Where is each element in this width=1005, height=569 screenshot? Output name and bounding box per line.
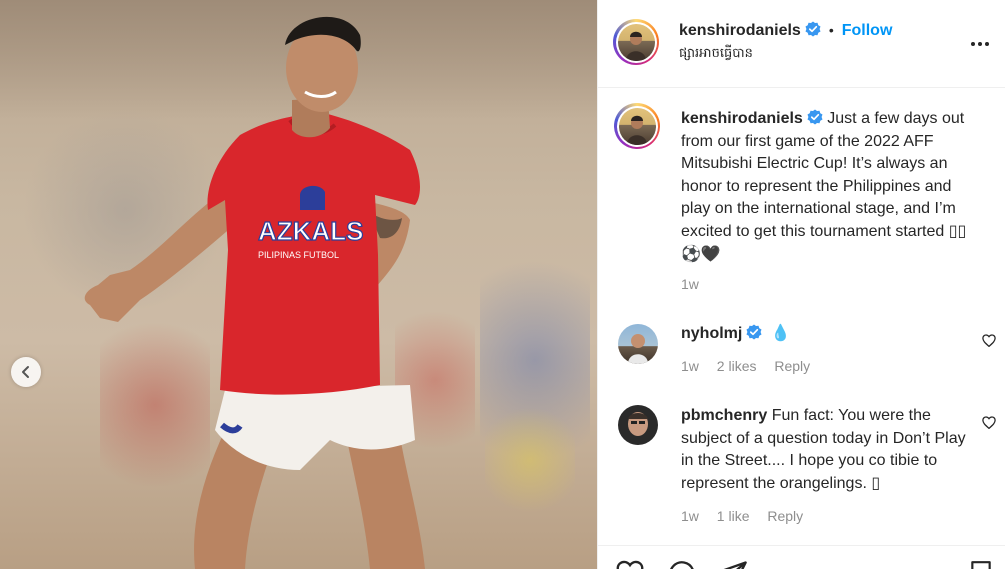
more-horizontal-icon (971, 42, 989, 46)
comment-age[interactable]: 1w (681, 508, 699, 524)
heart-icon (982, 334, 996, 348)
author-line: kenshirodaniels • Follow (679, 21, 892, 40)
caption-meta: 1w (681, 276, 713, 292)
post-location[interactable]: ផ្សារអាចធ្វើបាន (679, 45, 753, 64)
comment-text-block: pbmchenry Fun fact: You were the subject… (681, 405, 981, 495)
comment-likes[interactable]: 2 likes (717, 358, 757, 374)
reply-button[interactable]: Reply (774, 358, 810, 374)
previous-image-button[interactable] (11, 357, 41, 387)
caption-username[interactable]: kenshirodaniels (681, 110, 803, 127)
comment-text-block: nyholmj 💧 (681, 323, 981, 346)
caption-text-block: kenshirodaniels Just a few days out from… (681, 108, 981, 266)
more-options-button[interactable] (970, 34, 990, 52)
like-comment-button[interactable] (982, 416, 996, 434)
comment-age[interactable]: 1w (681, 358, 699, 374)
football-player-figure: AZKALS PILIPINAS FUTBOL (84, 16, 425, 569)
save-button[interactable] (970, 560, 992, 569)
separator-dot: • (828, 22, 834, 38)
avatar-image (625, 31, 646, 61)
verified-badge-icon (805, 21, 821, 37)
post-detail-panel: kenshirodaniels • Follow ផ្សារអាចធ្វើបាន (597, 0, 1005, 569)
caption-text: Just a few days out from our first game … (681, 110, 967, 263)
chevron-left-icon (22, 366, 29, 378)
like-button[interactable] (616, 560, 644, 569)
avatar-image (628, 334, 648, 364)
comment-likes[interactable]: 1 like (717, 508, 750, 524)
follow-button[interactable]: Follow (842, 22, 893, 39)
post-photo[interactable]: AZKALS PILIPINAS FUTBOL (0, 0, 597, 569)
author-avatar[interactable] (613, 19, 659, 65)
heart-icon (616, 560, 644, 569)
avatar-image (628, 412, 648, 436)
comment-meta: 1w 1 like Reply (681, 508, 817, 524)
share-icon (723, 561, 747, 569)
avatar-image (626, 115, 647, 145)
shirt-logo-subtext: PILIPINAS FUTBOL (258, 250, 339, 260)
comment-text: 💧 (770, 325, 791, 342)
heart-icon (982, 416, 996, 430)
bookmark-icon (971, 561, 991, 569)
shirt-logo-text: AZKALS (258, 216, 363, 246)
share-button[interactable] (720, 560, 748, 569)
comment-username[interactable]: pbmchenry (681, 407, 767, 424)
comment-username[interactable]: nyholmj (681, 325, 742, 342)
reply-button[interactable]: Reply (767, 508, 803, 524)
post-header: kenshirodaniels • Follow ផ្សារអាចធ្វើបាន (598, 0, 1005, 88)
verified-badge-icon (807, 109, 823, 125)
commenter-avatar[interactable] (618, 405, 658, 445)
comment-meta: 1w 2 likes Reply (681, 358, 824, 374)
like-comment-button[interactable] (982, 334, 996, 352)
verified-badge-icon (746, 324, 762, 340)
comment-icon (670, 561, 694, 569)
post-action-bar (598, 545, 1005, 569)
comment-button[interactable] (668, 560, 696, 569)
caption-author-avatar[interactable] (614, 103, 660, 149)
caption-age[interactable]: 1w (681, 276, 699, 292)
author-username[interactable]: kenshirodaniels (679, 22, 801, 39)
commenter-avatar[interactable] (618, 324, 658, 364)
comments-list[interactable]: kenshirodaniels Just a few days out from… (598, 89, 1005, 529)
